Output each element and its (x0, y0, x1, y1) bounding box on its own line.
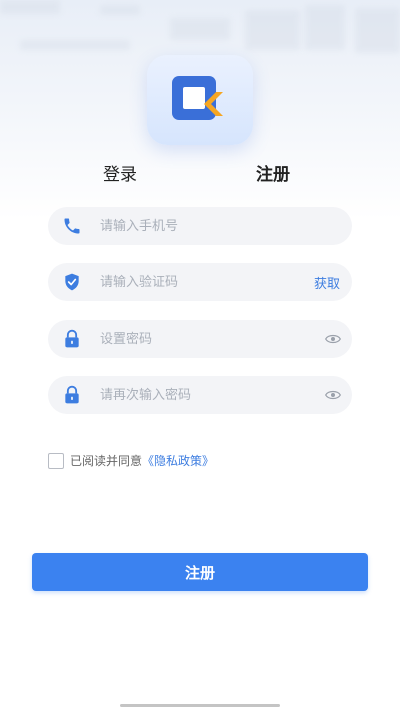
eye-icon[interactable] (324, 330, 342, 348)
privacy-policy-link[interactable]: 《隐私政策》 (142, 452, 214, 469)
verification-code-field[interactable]: 获取 (48, 263, 352, 301)
blurred-background-shape (100, 5, 140, 15)
lock-icon (60, 383, 84, 407)
app-logo (147, 55, 253, 145)
verification-code-input[interactable] (98, 273, 314, 291)
phone-icon (60, 214, 84, 238)
blurred-background-shape (0, 0, 60, 14)
password-input[interactable] (98, 330, 324, 348)
confirm-password-field[interactable] (48, 376, 352, 414)
lock-icon (60, 327, 84, 351)
tab-register[interactable]: 注册 (256, 160, 290, 185)
blurred-background-shape (355, 8, 400, 53)
agreement-checkbox[interactable] (48, 452, 64, 469)
shield-check-icon (60, 270, 84, 294)
app-logo-icon (172, 76, 223, 120)
phone-field[interactable] (48, 207, 352, 245)
register-button[interactable]: 注册 (32, 553, 368, 591)
password-field[interactable] (48, 320, 352, 358)
blurred-background-shape (305, 5, 345, 50)
get-code-button[interactable]: 获取 (314, 273, 340, 292)
blurred-background-shape (170, 18, 230, 40)
tab-login[interactable]: 登录 (103, 160, 137, 185)
agreement-row: 已阅读并同意 《隐私政策》 (48, 452, 214, 469)
home-indicator (120, 704, 280, 707)
eye-icon[interactable] (324, 386, 342, 404)
blurred-background-shape (245, 10, 300, 50)
phone-input[interactable] (98, 217, 352, 235)
agreement-text: 已阅读并同意 (70, 454, 143, 468)
confirm-password-input[interactable] (98, 386, 324, 404)
blurred-background-shape (20, 40, 130, 50)
